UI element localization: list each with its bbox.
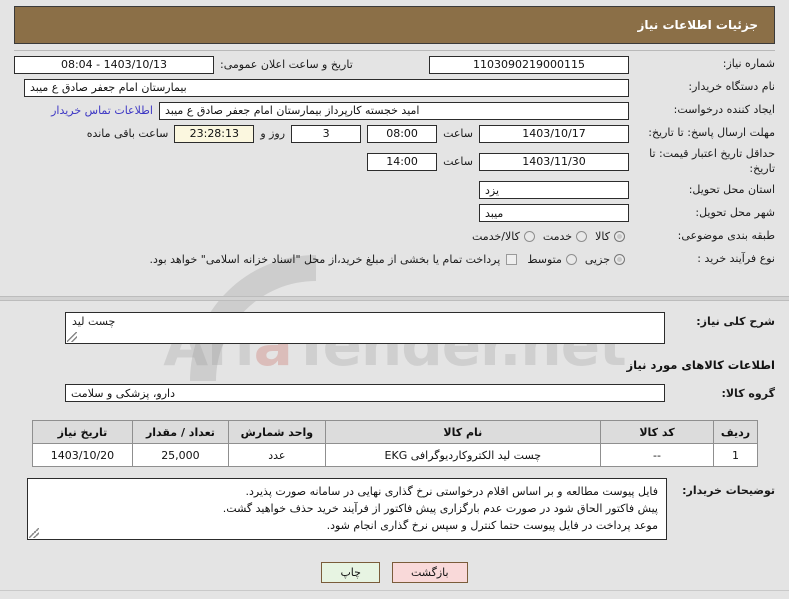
remaining-clock-field: 23:28:13 bbox=[174, 124, 255, 143]
announcement-date-field[interactable]: 1403/10/13 - 08:04 bbox=[14, 55, 214, 74]
cell-radif: 1 bbox=[713, 443, 758, 467]
radio-jozi-indicator bbox=[614, 253, 625, 265]
days-word-label: روز و bbox=[260, 127, 286, 140]
treasury-checkbox[interactable] bbox=[506, 253, 518, 265]
response-deadline-label: مهلت ارسال پاسخ: تا تاریخ: bbox=[648, 126, 775, 140]
row-category: طبقه بندی موضوعی: کالا خدمت کالا/خدمت bbox=[14, 227, 775, 246]
radio-khedmat-label: خدمت bbox=[542, 229, 573, 243]
notes-line-2: پیش فاکتور الحاق شود در صورت عدم بارگزار… bbox=[222, 502, 658, 516]
buyer-org-field[interactable]: بیمارستان امام جعفر صادق ع میبد bbox=[24, 78, 629, 97]
th-code: کد کالا bbox=[599, 420, 715, 444]
goods-group-field[interactable]: دارو، پزشکی و سلامت bbox=[65, 384, 665, 402]
print-button[interactable]: چاپ bbox=[321, 562, 380, 583]
action-buttons: بازگشت چاپ bbox=[0, 562, 789, 583]
th-name: نام کالا bbox=[324, 420, 601, 444]
radio-both-indicator bbox=[523, 230, 535, 242]
radio-process-motavaset[interactable]: متوسط bbox=[523, 253, 581, 266]
row-buyer-org: نام دستگاه خریدار: بیمارستان امام جعفر ص… bbox=[14, 78, 775, 97]
tender-detail-page: AriaTender.net جزئیات اطلاعات نیاز شماره… bbox=[0, 0, 789, 599]
deadline-date-field[interactable]: 1403/10/17 bbox=[479, 124, 629, 143]
table-row: 1 -- چست لید الکتروکاردیوگرافی EKG عدد 2… bbox=[32, 443, 758, 467]
row-province: استان محل تحویل: یزد bbox=[14, 181, 775, 200]
resize-handle-icon[interactable] bbox=[67, 332, 77, 342]
group-row: گروه کالا: دارو، پزشکی و سلامت bbox=[14, 384, 775, 402]
province-label: استان محل تحویل: bbox=[688, 182, 775, 196]
remaining-tail-label: ساعت باقی مانده bbox=[86, 127, 169, 140]
deadline-time-field[interactable]: 08:00 bbox=[367, 124, 438, 143]
th-qty: تعداد / مقدار bbox=[131, 420, 229, 444]
row-need-number: شماره نیاز: 1103090219000115 تاریخ و ساع… bbox=[14, 55, 775, 74]
radio-kala-indicator bbox=[614, 230, 625, 242]
treasury-checkbox-label: پرداخت تمام یا بخشی از مبلغ خرید،از محل … bbox=[149, 252, 501, 266]
remaining-days-field[interactable]: 3 bbox=[291, 124, 362, 143]
section-divider-top bbox=[0, 296, 789, 301]
price-validity-label: حداقل تاریخ اعتبار قیمت: تا تاریخ: bbox=[649, 147, 775, 175]
creator-field[interactable]: امید خجسته کارپرداز بیمارستان امام جعفر … bbox=[159, 101, 629, 120]
goods-group-row: گروه کالا: دارو، پزشکی و سلامت bbox=[14, 384, 775, 402]
announcement-group: تاریخ و ساعت اعلان عمومی: 1403/10/13 - 0… bbox=[14, 55, 359, 74]
need-info-section: شماره نیاز: 1103090219000115 تاریخ و ساع… bbox=[14, 55, 775, 273]
need-number-label: شماره نیاز: bbox=[722, 57, 775, 71]
notes-line-1: فایل پیوست مطالعه و بر اساس اقلام درخواس… bbox=[245, 485, 658, 498]
notes-resize-handle-icon[interactable] bbox=[29, 528, 39, 538]
province-field[interactable]: یزد bbox=[479, 181, 629, 200]
buyer-notes-section: توضیحات خریدار: فایل پیوست مطالعه و بر ا… bbox=[14, 478, 775, 540]
radio-jozi-label: جزیی bbox=[584, 252, 610, 266]
radio-khedmat-indicator bbox=[576, 230, 588, 242]
row-process-type: نوع فرآیند خرید : جزیی متوسط پرداخت تمام… bbox=[14, 250, 775, 269]
announcement-label: تاریخ و ساعت اعلان عمومی: bbox=[220, 58, 353, 71]
city-field[interactable]: میبد bbox=[479, 204, 629, 223]
description-label: شرح کلی نیاز: bbox=[696, 315, 775, 328]
cell-name: چست لید الکتروکاردیوگرافی EKG bbox=[324, 443, 601, 467]
description-section: شرح کلی نیاز: چست لید bbox=[14, 312, 775, 344]
th-unit: واحد شمارش bbox=[227, 420, 326, 444]
row-creator: ایجاد کننده درخواست: امید خجسته کارپرداز… bbox=[14, 101, 775, 120]
deadline-hour-label: ساعت bbox=[443, 127, 473, 140]
buyer-notes-textarea[interactable]: فایل پیوست مطالعه و بر اساس اقلام درخواس… bbox=[27, 478, 667, 540]
description-row: شرح کلی نیاز: چست لید bbox=[14, 312, 775, 344]
cell-qty: 25,000 bbox=[131, 443, 229, 467]
th-radif: ردیف bbox=[713, 420, 758, 444]
category-label: طبقه بندی موضوعی: bbox=[677, 228, 775, 242]
cell-date: 1403/10/20 bbox=[32, 443, 133, 467]
radio-both-label: کالا/خدمت bbox=[472, 229, 520, 243]
table-header-row: ردیف کد کالا نام کالا واحد شمارش تعداد /… bbox=[32, 420, 758, 444]
radio-motavaset-indicator bbox=[565, 253, 577, 265]
radio-category-khedmat[interactable]: خدمت bbox=[539, 230, 591, 243]
radio-category-kala[interactable]: کالا bbox=[591, 230, 629, 243]
process-type-label: نوع فرآیند خرید : bbox=[697, 251, 775, 265]
city-label: شهر محل تحویل: bbox=[695, 205, 775, 219]
radio-category-both[interactable]: کالا/خدمت bbox=[468, 230, 539, 243]
page-header: جزئیات اطلاعات نیاز bbox=[14, 6, 775, 44]
radio-motavaset-label: متوسط bbox=[527, 252, 562, 266]
buyer-org-label: نام دستگاه خریدار: bbox=[688, 80, 775, 94]
goods-section-title: اطلاعات کالاهای مورد نیاز bbox=[626, 358, 775, 372]
description-textarea[interactable]: چست لید bbox=[65, 312, 665, 344]
validity-hour-label: ساعت bbox=[443, 155, 473, 169]
creator-label: ایجاد کننده درخواست: bbox=[673, 103, 775, 117]
notes-line-3: موعد پرداخت در فایل پیوست حتما کنترل و س… bbox=[326, 519, 658, 533]
buyer-notes-label: توضیحات خریدار: bbox=[682, 484, 775, 497]
page-title: جزئیات اطلاعات نیاز bbox=[637, 18, 758, 32]
radio-kala-label: کالا bbox=[595, 229, 610, 243]
validity-date-field[interactable]: 1403/11/30 bbox=[479, 152, 629, 171]
need-number-field[interactable]: 1103090219000115 bbox=[429, 55, 629, 74]
goods-table: ردیف کد کالا نام کالا واحد شمارش تعداد /… bbox=[32, 420, 758, 467]
buyer-contact-link[interactable]: اطلاعات تماس خریدار bbox=[45, 104, 159, 117]
cell-unit: عدد bbox=[227, 443, 326, 467]
radio-process-jozi[interactable]: جزیی bbox=[581, 253, 629, 266]
back-button[interactable]: بازگشت bbox=[391, 562, 468, 583]
cell-code: -- bbox=[599, 443, 715, 467]
goods-section-title-row: اطلاعات کالاهای مورد نیاز bbox=[14, 358, 775, 372]
row-response-deadline: مهلت ارسال پاسخ: تا تاریخ: 1403/10/17 سا… bbox=[14, 124, 775, 143]
validity-time-field[interactable]: 14:00 bbox=[367, 152, 438, 171]
goods-group-label: گروه کالا: bbox=[721, 386, 775, 400]
header-divider bbox=[14, 50, 775, 51]
description-value: چست لید bbox=[72, 315, 116, 328]
th-date: تاریخ نیاز bbox=[32, 420, 133, 444]
row-price-validity: حداقل تاریخ اعتبار قیمت: تا تاریخ: 1403/… bbox=[14, 147, 775, 177]
row-city: شهر محل تحویل: میبد bbox=[14, 204, 775, 223]
